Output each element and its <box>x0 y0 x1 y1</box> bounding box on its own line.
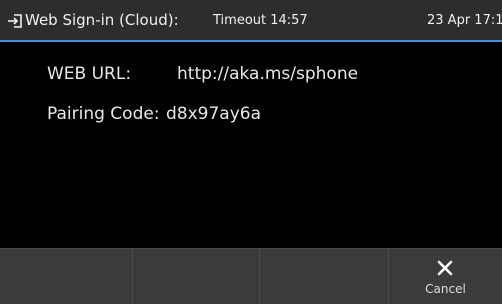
web-url-label: WEB URL: <box>47 64 132 84</box>
web-url-value: http://aka.ms/sphone <box>177 64 359 84</box>
softkey-3[interactable] <box>260 249 389 304</box>
softkey-1[interactable] <box>0 249 133 304</box>
pairing-code-label: Pairing Code: <box>47 104 160 124</box>
sign-in-content: WEB URL: http://aka.ms/sphone Pairing Co… <box>0 42 502 248</box>
softkey-bar: Cancel <box>0 248 502 304</box>
status-title: Web Sign-in (Cloud): <box>25 11 179 29</box>
softkey-2[interactable] <box>133 249 260 304</box>
cancel-label: Cancel <box>425 282 466 296</box>
cancel-button[interactable]: Cancel <box>389 249 502 304</box>
status-bar: Web Sign-in (Cloud): Timeout 14:57 23 Ap… <box>0 0 502 42</box>
sign-in-icon <box>8 14 22 28</box>
timeout-text: Timeout 14:57 <box>213 13 308 28</box>
pairing-code-value: d8x97ay6a <box>166 104 262 124</box>
date-time: 23 Apr 17:1 <box>427 13 502 28</box>
phone-screen: Web Sign-in (Cloud): Timeout 14:57 23 Ap… <box>0 0 502 304</box>
close-icon <box>437 260 453 276</box>
